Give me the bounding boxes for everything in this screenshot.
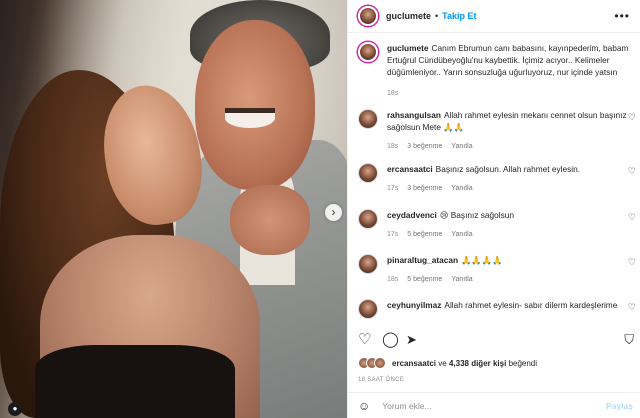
comment-time: 18s xyxy=(387,143,399,150)
post-side-panel: guclumete • Takip Et ••• guclumete Canım … xyxy=(347,0,640,418)
likes-suffix: beğendi xyxy=(508,358,538,368)
share-icon[interactable]: ➤ xyxy=(406,331,417,349)
like-heart-icon[interactable]: ♡ xyxy=(358,331,371,349)
comment-text: 🙏🙏🙏🙏 xyxy=(461,255,503,265)
header-separator: • xyxy=(435,11,439,21)
follow-button[interactable]: Takip Et xyxy=(442,11,476,21)
more-options-icon[interactable]: ••• xyxy=(614,9,630,23)
comment-time: 17s xyxy=(387,185,399,192)
photo-man-smile xyxy=(225,108,275,128)
commenter-avatar[interactable] xyxy=(358,299,378,319)
likes-summary: ercansaatci ve 4,338 diğer kişi beğendi xyxy=(358,357,537,369)
commenter-avatar[interactable] xyxy=(358,209,378,229)
reply-button[interactable]: Yanıtla xyxy=(451,141,472,153)
likes-connector: ve xyxy=(438,358,447,368)
comment-text: 😢 Başınız sağolsun xyxy=(439,210,514,220)
author-avatar[interactable] xyxy=(358,42,378,62)
comment-like-heart-icon[interactable]: ♡ xyxy=(628,212,636,223)
caption-username[interactable]: guclumete xyxy=(387,43,429,53)
comment-item: ercansaatci Başınız sağolsun. Allah rahme… xyxy=(358,163,638,195)
comment-composer: ☺ Yorum ekle... Paylaş xyxy=(348,392,640,418)
comment-likes[interactable]: 5 beğenme xyxy=(407,229,442,241)
comment-username[interactable]: rahsangulsan xyxy=(387,110,441,120)
post-timestamp[interactable]: 18 SAAT ÖNCE xyxy=(358,377,404,383)
photo-man-face xyxy=(195,20,315,190)
post-comment-button[interactable]: Paylaş xyxy=(606,401,633,411)
emoji-icon[interactable]: ☺ xyxy=(358,399,370,413)
comment-like-heart-icon[interactable]: ♡ xyxy=(628,166,636,177)
liker-username[interactable]: ercansaatci xyxy=(392,359,436,368)
reply-button[interactable]: Yanıtla xyxy=(451,229,472,241)
caption-row: guclumete Canım Ebrumun canı babasını, ka… xyxy=(358,42,638,100)
photo-woman-dress xyxy=(35,345,235,418)
liker-avatar xyxy=(374,357,386,369)
comment-username[interactable]: ceyhunyilmaz xyxy=(387,300,441,310)
comment-item: ceyhunyilmaz Allah rahmet eylesin- sabır … xyxy=(358,299,638,319)
comment-likes[interactable]: 3 beğenme xyxy=(407,141,442,153)
comment-username[interactable]: ercansaatci xyxy=(387,164,433,174)
comment-likes[interactable]: 5 beğenme xyxy=(407,274,442,286)
bookmark-icon[interactable]: ⛉ xyxy=(624,331,634,349)
likes-count-link[interactable]: 4,338 diğer kişi xyxy=(449,359,506,368)
comment-time: 18s xyxy=(387,276,399,283)
next-photo-button[interactable]: › xyxy=(325,204,342,221)
photo-hand xyxy=(230,185,310,255)
comment-item: ceydadvenci 😢 Başınız sağolsun 17s 5 beğe… xyxy=(358,209,638,241)
liker-avatars xyxy=(358,357,386,369)
comment-like-heart-icon[interactable]: ♡ xyxy=(628,112,636,123)
commenter-avatar[interactable] xyxy=(358,109,378,129)
caption-time: 18s xyxy=(387,90,399,97)
commenter-avatar[interactable] xyxy=(358,254,378,274)
commenter-avatar[interactable] xyxy=(358,163,378,183)
author-username[interactable]: guclumete xyxy=(386,11,431,21)
reply-button[interactable]: Yanıtla xyxy=(451,183,472,195)
comment-text: Allah rahmet eylesin- sabır dilerm karde… xyxy=(444,300,618,310)
comment-input[interactable]: Yorum ekle... xyxy=(382,401,431,411)
comments-list[interactable]: guclumete Canım Ebrumun canı babasını, ka… xyxy=(348,33,640,323)
comment-item: rahsangulsan Allah rahmet eylesin mekanı … xyxy=(358,109,638,153)
post-header: guclumete • Takip Et ••• xyxy=(348,0,640,33)
comment-icon[interactable]: ◯ xyxy=(382,331,399,349)
comment-text: Başınız sağolsun. Allah rahmet eylesin. xyxy=(435,164,581,174)
comment-username[interactable]: ceydadvenci xyxy=(387,210,437,220)
comment-item: pinaraltug_atacan 🙏🙏🙏🙏 18s 5 beğenme Yanı… xyxy=(358,254,638,286)
reply-button[interactable]: Yanıtla xyxy=(451,274,472,286)
comment-like-heart-icon[interactable]: ♡ xyxy=(628,257,636,268)
comment-time: 17s xyxy=(387,231,399,238)
comment-like-heart-icon[interactable]: ♡ xyxy=(628,302,636,313)
comment-likes[interactable]: 3 beğenme xyxy=(407,183,442,195)
comment-username[interactable]: pinaraltug_atacan xyxy=(387,255,458,265)
author-avatar[interactable] xyxy=(358,6,378,26)
post-photo[interactable] xyxy=(0,0,347,418)
tag-user-icon[interactable]: ● xyxy=(8,402,22,416)
action-bar: ♡ ◯ ➤ ⛉ xyxy=(358,331,634,349)
